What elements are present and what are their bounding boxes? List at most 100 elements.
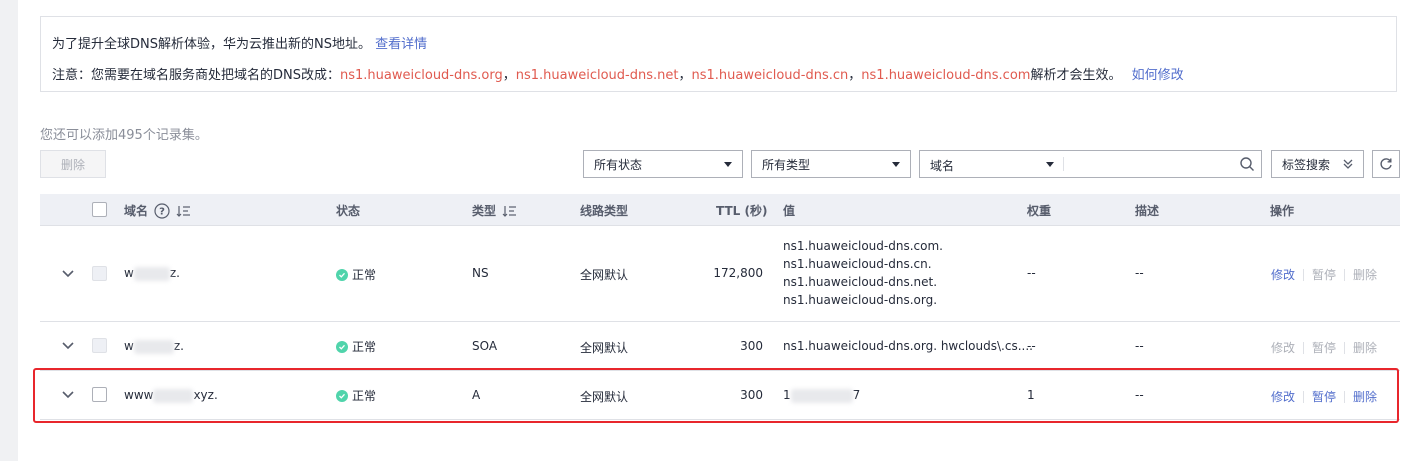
header-status: 状态 — [336, 202, 360, 219]
table-row: w z. 正常 SOA 全网默认 300 ns1.huaweicloud-dns.… — [40, 322, 1400, 371]
dns-records-panel: 为了提升全球DNS解析体验，华为云推出新的NS地址。 查看详情 注意：您需要在域… — [18, 0, 1419, 461]
pause-link[interactable]: 暂停 — [1312, 388, 1336, 405]
search-box: 域名 — [919, 150, 1262, 178]
ttl-cell: 172,800 — [713, 266, 763, 280]
domain-suffix: z. — [169, 266, 180, 280]
header-value-label: 值 — [783, 204, 796, 218]
check-circle-icon — [336, 268, 348, 281]
table-row: www xyz. 正常 A 全网默认 300 17 1 -- 修改 暂停 删除 — [40, 371, 1400, 420]
help-icon[interactable]: ? — [154, 202, 170, 219]
value-line: ns1.huaweicloud-dns.com. — [783, 239, 943, 253]
ns-server-com: ns1.huaweicloud-dns.com — [861, 68, 1031, 83]
search-input[interactable] — [1068, 154, 1232, 176]
header-weight: 权重 — [1027, 202, 1051, 219]
double-chevron-down-icon — [1343, 159, 1353, 169]
delete-link: 删除 — [1353, 341, 1378, 355]
select-all-checkbox[interactable] — [92, 202, 107, 217]
value-line: ns1.huaweicloud-dns.cn. — [783, 257, 932, 271]
ns-server-org: ns1.huaweicloud-dns.org — [340, 68, 503, 83]
notice-line-1: 为了提升全球DNS解析体验，华为云推出新的NS地址。 查看详情 — [52, 33, 427, 52]
divider — [1344, 268, 1346, 281]
row-checkbox[interactable] — [92, 387, 107, 402]
check-circle-icon — [336, 389, 348, 402]
batch-delete-button[interactable]: 删除 — [40, 150, 106, 178]
type-filter-select[interactable]: 所有类型 — [751, 150, 911, 178]
sort-icon[interactable] — [176, 204, 192, 218]
domain-prefix: www — [124, 388, 154, 402]
status-cell: 正常 — [336, 387, 376, 404]
separator: ， — [848, 68, 862, 83]
chevron-down-icon[interactable] — [61, 267, 75, 281]
header-desc-label: 描述 — [1135, 204, 1160, 218]
sort-icon[interactable] — [502, 204, 518, 218]
status-label: 正常 — [352, 268, 377, 282]
line-cell: 全网默认 — [580, 390, 629, 404]
notice-prefix: 注意：您需要在域名服务商处把域名的DNS改成： — [52, 68, 340, 83]
status-filter-value: 所有状态 — [594, 157, 643, 172]
value-cell: 17 — [783, 388, 860, 403]
domain-cell: www xyz. — [124, 388, 218, 403]
view-details-link[interactable]: 查看详情 — [375, 37, 427, 52]
value-cell: ns1.huaweicloud-dns.org. hwclouds\.cs...… — [783, 339, 1033, 353]
domain-prefix: w — [124, 339, 134, 353]
status-label: 正常 — [352, 389, 377, 403]
redacted-blur — [133, 266, 170, 281]
ttl-cell: 300 — [740, 339, 763, 353]
status-cell: 正常 — [336, 266, 376, 283]
ns-server-cn: ns1.huaweicloud-dns.cn — [691, 68, 849, 83]
notice-line-2: 注意：您需要在域名服务商处把域名的DNS改成：ns1.huaweicloud-d… — [52, 64, 1184, 83]
refresh-button[interactable] — [1372, 150, 1400, 178]
header-type[interactable]: 类型 — [472, 202, 518, 219]
redacted-blur — [133, 339, 174, 354]
desc-cell: -- — [1135, 388, 1144, 402]
divider — [1063, 157, 1064, 171]
value-cell: ns1.huaweicloud-dns.com. ns1.huaweicloud… — [783, 237, 943, 309]
header-domain[interactable]: 域名 ? — [124, 202, 192, 219]
redacted-blur — [153, 388, 194, 403]
ns-server-net: ns1.huaweicloud-dns.net — [515, 68, 679, 83]
header-type-label: 类型 — [472, 204, 497, 218]
delete-link[interactable]: 删除 — [1353, 388, 1377, 405]
pause-link: 暂停 — [1312, 268, 1337, 282]
header-weight-label: 权重 — [1027, 204, 1052, 218]
header-desc: 描述 — [1135, 202, 1159, 219]
weight-cell: -- — [1027, 339, 1036, 353]
redacted-blur — [790, 388, 853, 403]
header-ttl: TTL (秒) — [716, 202, 767, 219]
svg-text:?: ? — [159, 206, 165, 217]
header-line: 线路类型 — [580, 202, 628, 219]
domain-cell: w z. — [124, 339, 184, 354]
domain-suffix: z. — [173, 339, 184, 353]
header-line-label: 线路类型 — [580, 204, 629, 218]
how-to-modify-link[interactable]: 如何修改 — [1132, 68, 1184, 83]
header-ttl-label: TTL (秒) — [716, 204, 768, 218]
delete-link: 删除 — [1353, 268, 1378, 282]
weight-cell: 1 — [1027, 388, 1035, 402]
ops-cell: 修改 暂停 删除 — [1271, 388, 1377, 405]
value-line: ns1.huaweicloud-dns.org. — [783, 293, 938, 307]
edit-link[interactable]: 修改 — [1271, 388, 1295, 405]
chevron-down-icon[interactable] — [61, 388, 75, 402]
header-status-label: 状态 — [336, 204, 361, 218]
check-circle-icon — [336, 340, 348, 353]
ops-cell: 修改 暂停 删除 — [1271, 266, 1377, 283]
caret-down-icon[interactable] — [1046, 162, 1054, 167]
weight-cell: -- — [1027, 266, 1036, 280]
status-filter-select[interactable]: 所有状态 — [583, 150, 743, 178]
search-icon[interactable] — [1239, 156, 1255, 172]
notice-text: 为了提升全球DNS解析体验，华为云推出新的NS地址。 — [52, 37, 371, 52]
divider — [1303, 341, 1305, 354]
header-domain-label: 域名 — [124, 204, 149, 218]
row-checkbox — [92, 266, 107, 281]
caret-down-icon — [892, 162, 900, 167]
caret-down-icon — [724, 162, 732, 167]
search-field-select[interactable]: 域名 — [930, 157, 954, 174]
separator: ， — [678, 68, 692, 83]
desc-cell: -- — [1135, 339, 1144, 353]
status-label: 正常 — [352, 340, 377, 354]
chevron-down-icon[interactable] — [61, 339, 75, 353]
ttl-cell: 300 — [740, 388, 763, 402]
divider — [1344, 341, 1346, 354]
edit-link[interactable]: 修改 — [1271, 266, 1295, 283]
tag-search-button[interactable]: 标签搜索 — [1271, 150, 1364, 178]
